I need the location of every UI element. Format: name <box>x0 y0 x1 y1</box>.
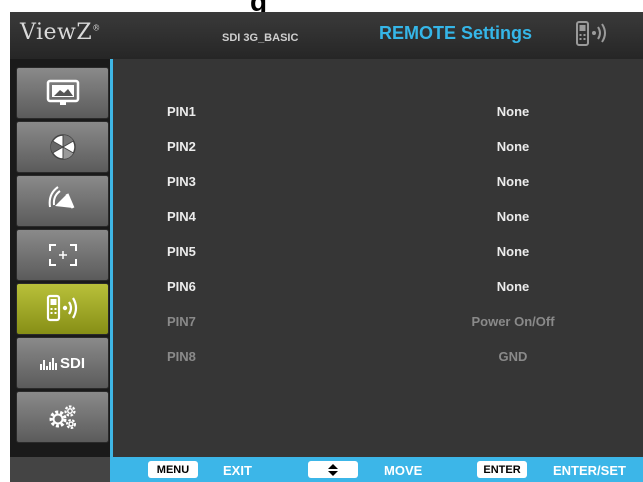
brand-name: ViewZ <box>20 20 93 45</box>
pin3-value[interactable]: None <box>403 174 623 189</box>
osd-window: ViewZ® SDI 3G_BASIC REMOTE Settings SDI … <box>10 12 643 482</box>
page-heading: g <box>0 0 643 12</box>
pin5-label: PIN5 <box>167 244 196 259</box>
pin5-value[interactable]: None <box>403 244 623 259</box>
sidebar-item-setup[interactable] <box>16 391 109 443</box>
header-bar: ViewZ® SDI 3G_BASIC REMOTE Settings <box>10 12 643 59</box>
marker-crosshair-icon <box>48 244 77 266</box>
brand-registered-mark: ® <box>92 23 101 33</box>
gears-icon <box>49 405 76 429</box>
sdi-bars-icon <box>39 357 57 370</box>
pin3-label: PIN3 <box>167 174 196 189</box>
pin7-label: PIN7 <box>167 314 196 329</box>
footer-left-block <box>10 457 110 482</box>
pin2-value[interactable]: None <box>403 139 623 154</box>
sidebar-item-sdi[interactable]: SDI <box>16 337 109 389</box>
pin4-value[interactable]: None <box>403 209 623 224</box>
move-label: MOVE <box>384 463 423 478</box>
settings-panel: PIN1 None PIN2 None PIN3 None PIN4 None … <box>113 59 643 457</box>
model-name: SDI 3G_BASIC <box>222 32 299 44</box>
sidebar-item-sdi-label: SDI <box>59 354 85 372</box>
sidebar: SDI <box>10 59 110 457</box>
pin6-value[interactable]: None <box>403 279 623 294</box>
pin1-label: PIN1 <box>167 104 196 119</box>
picture-icon <box>46 79 79 105</box>
remote-phone-icon <box>574 20 614 50</box>
exit-label: EXIT <box>223 463 252 478</box>
enter-key: ENTER <box>477 461 527 478</box>
up-down-arrow-icon <box>308 461 358 478</box>
sidebar-item-color[interactable] <box>16 121 109 173</box>
sidebar-item-remote[interactable] <box>16 283 109 335</box>
pin2-label: PIN2 <box>167 139 196 154</box>
pin4-row[interactable]: PIN4 None <box>113 209 643 229</box>
pin4-label: PIN4 <box>167 209 196 224</box>
enter-set-label: ENTER/SET <box>553 463 626 478</box>
pin1-value[interactable]: None <box>403 104 623 119</box>
sidebar-item-audio[interactable] <box>16 175 109 227</box>
sidebar-item-picture[interactable] <box>16 67 109 119</box>
remote-phone-icon <box>46 294 77 322</box>
speaker-icon <box>48 186 74 209</box>
pin6-row[interactable]: PIN6 None <box>113 279 643 299</box>
page-heading-text: g <box>250 0 267 12</box>
pin3-row[interactable]: PIN3 None <box>113 174 643 194</box>
menu-key: MENU <box>148 461 198 478</box>
pin8-row: PIN8 GND <box>113 349 643 369</box>
color-wheel-icon <box>49 134 76 160</box>
pin7-value: Power On/Off <box>471 314 555 329</box>
brand-logo: ViewZ® <box>20 20 101 45</box>
pin7-row: PIN7 Power On/Off <box>113 314 643 334</box>
pin8-label: PIN8 <box>167 349 196 364</box>
pin2-row[interactable]: PIN2 None <box>113 139 643 159</box>
key-guide-bar: MENU EXIT MOVE ENTER ENTER/SET <box>10 457 643 482</box>
sidebar-item-marker[interactable] <box>16 229 109 281</box>
pin8-value: GND <box>498 349 528 364</box>
pin5-row[interactable]: PIN5 None <box>113 244 643 264</box>
pin1-row[interactable]: PIN1 None <box>113 104 643 124</box>
pin6-label: PIN6 <box>167 279 196 294</box>
menu-title: REMOTE Settings <box>379 23 533 43</box>
